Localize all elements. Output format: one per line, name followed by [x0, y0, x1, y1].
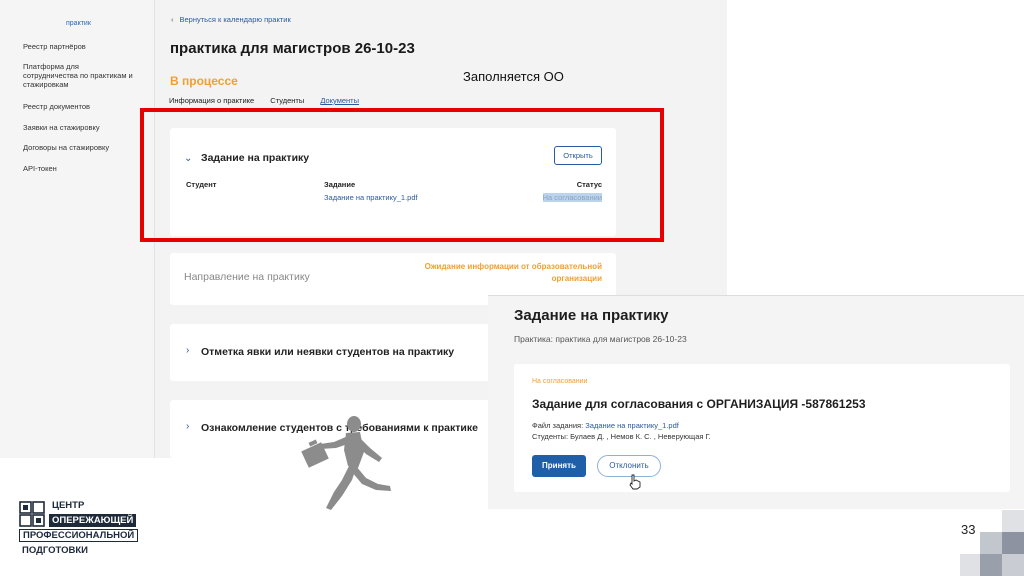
sidebar-item-partners[interactable]: Реестр партнёров — [23, 42, 86, 51]
back-link[interactable]: ‹ Вернуться к календарю практик — [171, 15, 291, 24]
accept-button[interactable]: Принять — [532, 455, 586, 477]
chevron-left-icon: ‹ — [171, 15, 174, 24]
tab-practice-info[interactable]: Информация о практике — [169, 96, 254, 105]
sidebar-item-documents[interactable]: Реестр документов — [23, 102, 90, 111]
back-link-label: Вернуться к календарю практик — [179, 15, 291, 24]
inset-subtitle: Практика: практика для магистров 26-10-2… — [514, 334, 687, 344]
running-person-icon — [301, 416, 391, 510]
logo-line-2: ОПЕРЕЖАЮЩЕЙ — [49, 514, 137, 527]
page-number: 33 — [961, 522, 976, 537]
status-label: В процессе — [170, 74, 238, 88]
logo-line-1: ЦЕНТР — [52, 500, 85, 511]
attendance-card-title: Отметка явки или неявки студентов на пра… — [201, 346, 455, 358]
tab-students[interactable]: Студенты — [270, 96, 304, 105]
page-title: практика для магистров 26-10-23 — [170, 40, 415, 57]
logo-line-3: ПРОФЕССИОНАЛЬНОЙ — [19, 529, 139, 542]
approval-heading: Задание для согласования с ОРГАНИЗАЦИЯ -… — [532, 397, 866, 411]
students-row: Студенты: Булаев Д. , Немов К. С. , Неве… — [532, 432, 711, 441]
annotation-label: Заполняется ОО — [463, 69, 564, 84]
decor-pixels-bottom — [960, 510, 1024, 576]
file-label: Файл задания: — [532, 421, 584, 430]
logo-icon — [19, 501, 45, 527]
logo-line-4: ПОДГОТОВКИ — [22, 545, 88, 556]
tab-documents[interactable]: Документы — [320, 96, 359, 105]
hand-cursor-icon — [629, 474, 641, 490]
status-badge: На согласовании — [532, 378, 588, 385]
annotation-frame — [140, 108, 664, 242]
approval-screenshot: Задание на практику Практика: практика д… — [488, 295, 1024, 509]
sidebar-item-api-token[interactable]: API-токен — [23, 164, 57, 173]
file-row: Файл задания: Задание на практику_1.pdf — [532, 421, 679, 430]
chevron-right-icon: › — [186, 421, 190, 432]
sidebar-item-platform[interactable]: Платформа для сотрудничества по практика… — [23, 62, 133, 89]
direction-note: Ожидание информации от образовательной о… — [424, 262, 602, 283]
approval-card: На согласовании Задание для согласования… — [514, 364, 1010, 492]
file-link[interactable]: Задание на практику_1.pdf — [585, 421, 679, 430]
sidebar-item-practice[interactable]: практик — [66, 20, 91, 27]
tabs: Информация о практике Студенты Документы — [169, 96, 373, 105]
chevron-right-icon: › — [186, 345, 190, 356]
inset-title: Задание на практику — [514, 307, 669, 324]
presentation-slide: практик Реестр партнёров Платформа для с… — [0, 0, 1024, 576]
sidebar-item-internship-contracts[interactable]: Договоры на стажировку — [23, 143, 109, 152]
sidebar: практик Реестр партнёров Платформа для с… — [0, 0, 155, 458]
direction-card-title: Направление на практику — [184, 271, 310, 283]
sidebar-item-internship-requests[interactable]: Заявки на стажировку — [23, 123, 100, 132]
